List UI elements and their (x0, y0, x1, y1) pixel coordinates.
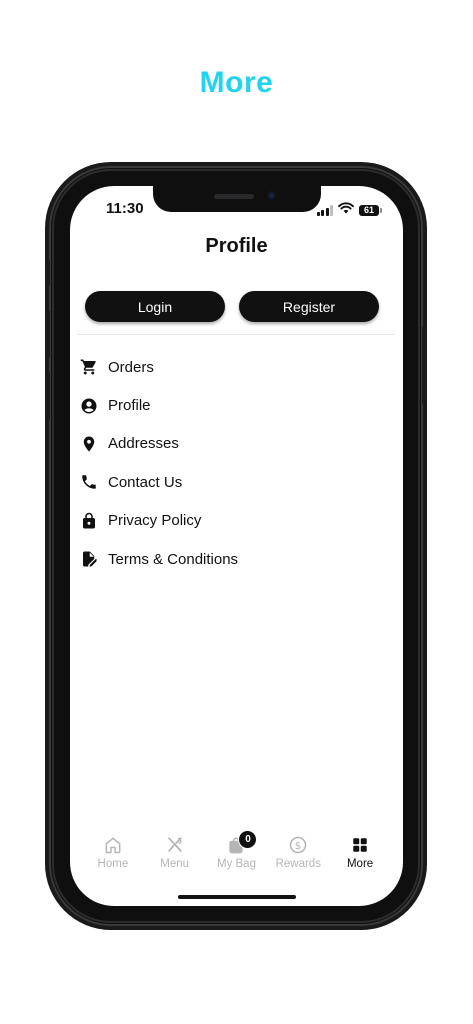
menu-list: Orders Profile Addresses Contact Us Priv… (78, 348, 394, 578)
menu-item-contact-us[interactable]: Contact Us (78, 463, 394, 501)
lock-icon (80, 512, 98, 530)
status-icons: 61 (316, 201, 382, 219)
menu-item-orders[interactable]: Orders (78, 348, 394, 386)
menu-item-profile[interactable]: Profile (78, 386, 394, 424)
notch (153, 186, 321, 212)
volume-down-button (46, 372, 50, 420)
tab-menu[interactable]: Menu (146, 826, 204, 876)
phone-screen: 11:30 61 Profile Login Register Orders P… (70, 186, 403, 906)
svg-text:$: $ (295, 841, 301, 852)
tab-home[interactable]: Home (84, 826, 142, 876)
tab-more[interactable]: More (331, 826, 389, 876)
status-time: 11:30 (106, 200, 144, 217)
tab-label: Menu (160, 858, 190, 870)
page-headline: More (199, 66, 274, 99)
home-indicator (178, 895, 296, 899)
wifi-icon (338, 201, 354, 219)
menu-item-addresses[interactable]: Addresses (78, 425, 394, 463)
menu-item-label: Privacy Policy (108, 512, 202, 530)
grid-icon (349, 834, 371, 856)
tab-rewards[interactable]: $ Rewards (269, 826, 327, 876)
tab-label: My Bag (216, 858, 256, 870)
menu-item-label: Contact Us (108, 473, 183, 491)
camera-icon (267, 191, 276, 200)
menu-item-label: Profile (108, 397, 151, 415)
menu-item-label: Orders (108, 358, 154, 376)
menu-item-terms-conditions[interactable]: Terms & Conditions (78, 540, 394, 578)
bottom-tab-bar: Home Menu 0 My Bag $ Rewards More (70, 826, 403, 876)
signal-icon (316, 204, 333, 216)
dollar-circle-icon: $ (287, 834, 309, 856)
divider (78, 334, 394, 335)
tab-label: More (346, 858, 374, 870)
home-icon (102, 834, 124, 856)
power-button (422, 326, 426, 404)
mute-switch (46, 260, 50, 286)
account-circle-icon (80, 397, 98, 415)
bag-count-badge: 0 (238, 830, 258, 849)
document-edit-icon (80, 550, 98, 568)
tab-my-bag[interactable]: 0 My Bag (207, 826, 265, 876)
tab-label: Home (97, 858, 129, 870)
cart-icon (80, 358, 98, 376)
login-button-label: Login (137, 298, 173, 315)
location-pin-icon (80, 435, 98, 453)
utensils-icon (164, 834, 186, 856)
battery-level: 61 (363, 205, 374, 215)
register-button[interactable]: Register (239, 291, 379, 322)
menu-item-label: Terms & Conditions (108, 550, 239, 568)
speaker-grille (214, 194, 254, 199)
menu-item-privacy-policy[interactable]: Privacy Policy (78, 502, 394, 540)
tab-label: Rewards (275, 858, 321, 870)
phone-icon (80, 473, 98, 491)
menu-item-label: Addresses (108, 435, 179, 453)
login-button[interactable]: Login (85, 291, 225, 322)
volume-up-button (46, 310, 50, 358)
battery-icon: 61 (359, 204, 382, 216)
page-title: Profile (205, 235, 268, 257)
register-button-label: Register (282, 298, 336, 315)
